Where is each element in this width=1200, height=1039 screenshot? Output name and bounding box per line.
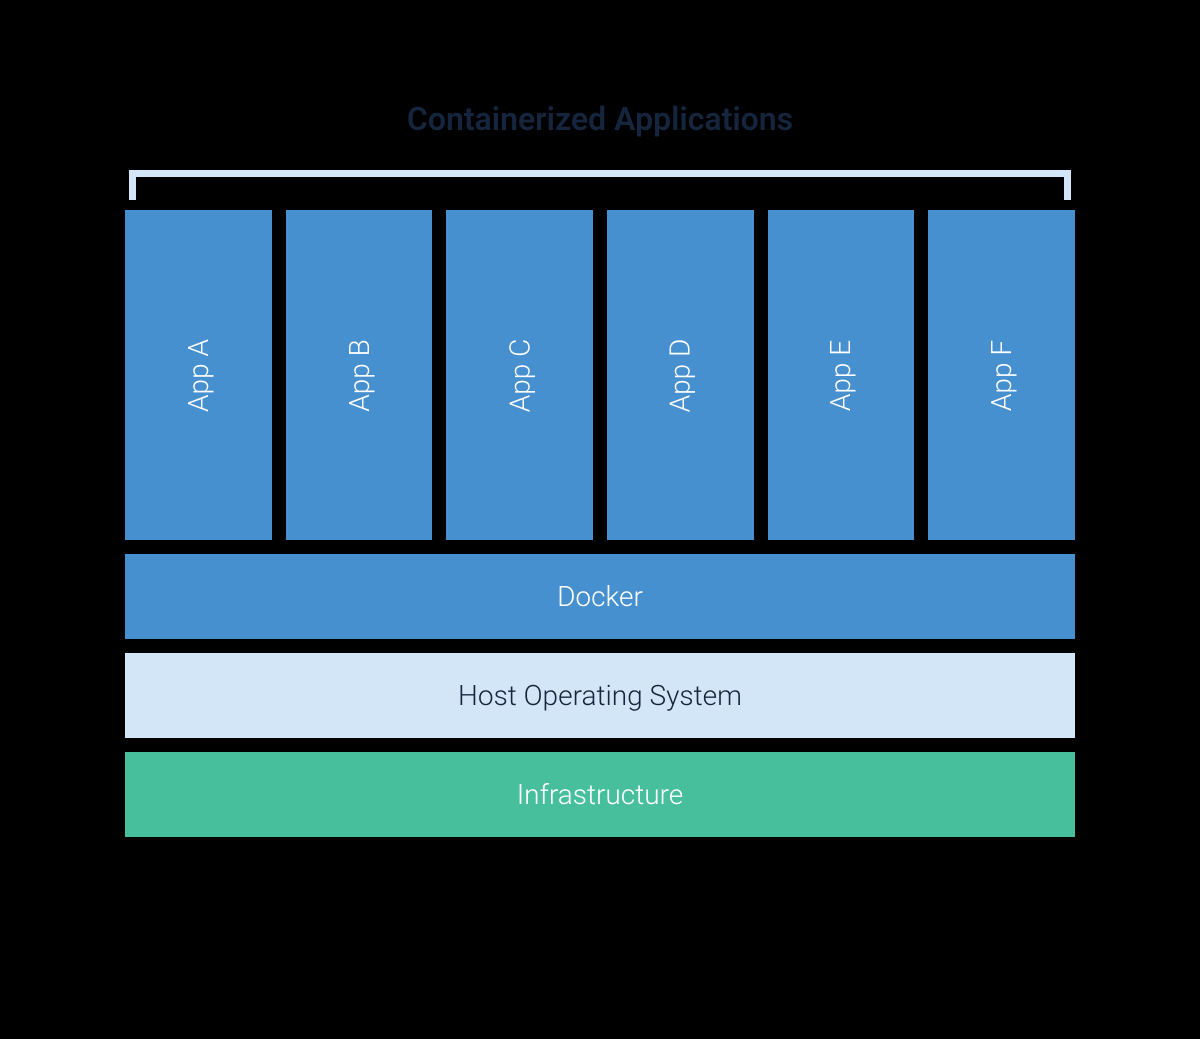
- containerized-apps-diagram: Containerized Applications App A App B A…: [125, 100, 1075, 837]
- app-box-d: App D: [607, 210, 754, 540]
- app-label: App C: [503, 338, 536, 412]
- app-box-f: App F: [928, 210, 1075, 540]
- app-label: App F: [985, 339, 1018, 410]
- apps-row: App A App B App C App D App E App F: [125, 210, 1075, 540]
- layer-label: Host Operating System: [458, 679, 742, 712]
- app-label: App D: [664, 338, 697, 412]
- app-box-b: App B: [286, 210, 433, 540]
- infrastructure-layer: Infrastructure: [125, 752, 1075, 837]
- app-label: App E: [825, 339, 858, 410]
- docker-layer: Docker: [125, 554, 1075, 639]
- host-os-layer: Host Operating System: [125, 653, 1075, 738]
- app-box-e: App E: [768, 210, 915, 540]
- app-box-c: App C: [446, 210, 593, 540]
- app-label: App B: [343, 339, 376, 412]
- layer-label: Docker: [557, 580, 643, 613]
- bracket-icon: [129, 170, 1071, 200]
- app-label: App A: [182, 339, 215, 412]
- diagram-title: Containerized Applications: [125, 100, 1075, 138]
- app-box-a: App A: [125, 210, 272, 540]
- layer-label: Infrastructure: [517, 778, 684, 811]
